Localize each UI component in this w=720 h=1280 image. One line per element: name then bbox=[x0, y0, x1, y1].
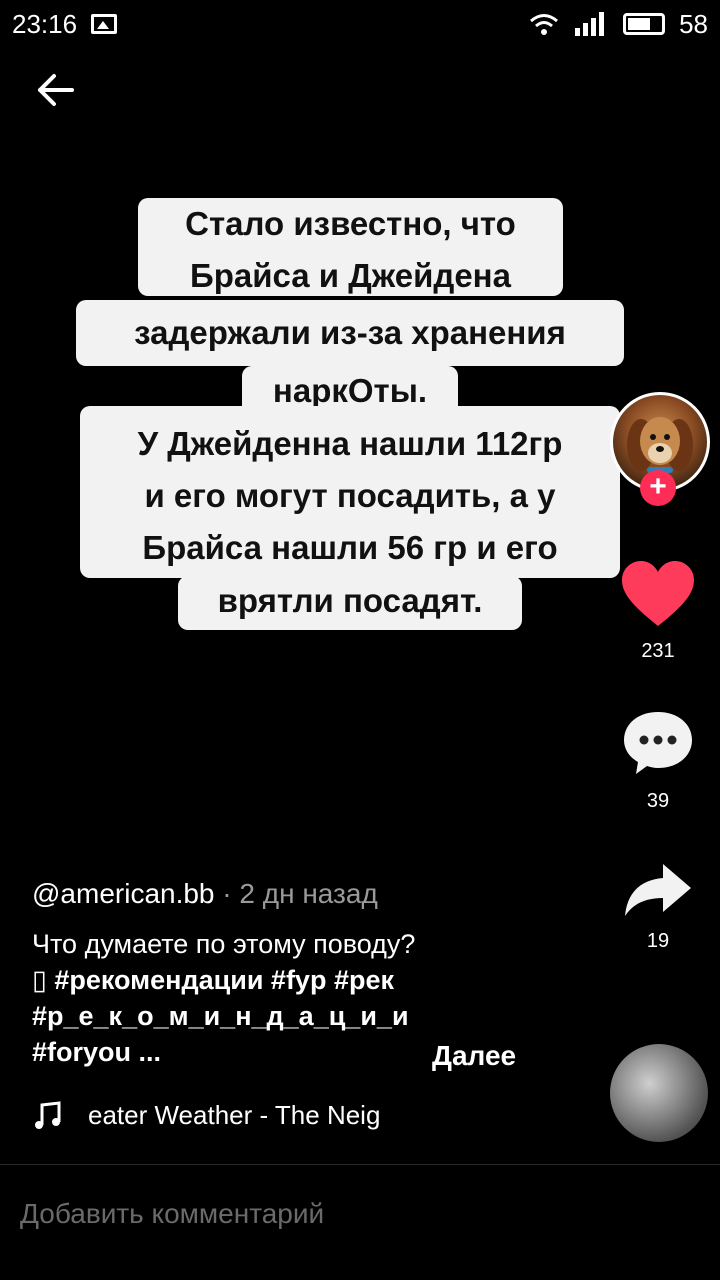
overlay-block-2: задержали из-за хранения bbox=[76, 300, 624, 366]
overlay-block-1: Стало известно, что Брайса и Джейдена bbox=[138, 198, 563, 296]
follow-plus-button[interactable]: + bbox=[640, 470, 676, 506]
overlay-line: и его могут посадить, а у bbox=[144, 477, 556, 514]
post-time: · 2 дн назад bbox=[222, 878, 378, 909]
comment-bubble-icon bbox=[624, 712, 692, 774]
overlay-block-5: врятли посадят. bbox=[178, 576, 522, 630]
comment-button[interactable]: 39 bbox=[620, 708, 696, 813]
comment-input[interactable]: Добавить комментарий bbox=[20, 1198, 324, 1230]
overlay-block-4: У Джейденна нашли 112гр и его могут поса… bbox=[80, 406, 620, 578]
music-info[interactable]: eater Weather - The Neig bbox=[32, 1100, 408, 1131]
share-count: 19 bbox=[646, 930, 670, 952]
like-count: 231 bbox=[641, 640, 675, 662]
like-button[interactable]: 231 bbox=[620, 560, 696, 663]
comment-count: 39 bbox=[646, 790, 670, 812]
hashtags-line-2[interactable]: #р_е_к_о_м_и_н_д_а_ц_и_и bbox=[32, 998, 532, 1034]
share-arrow-icon bbox=[625, 864, 691, 916]
heart-icon bbox=[622, 561, 694, 626]
username[interactable]: @american.bb bbox=[32, 878, 215, 909]
more-button[interactable]: Далее bbox=[432, 1040, 516, 1072]
overlay-line: Брайса и Джейдена bbox=[190, 257, 511, 294]
music-disc[interactable] bbox=[610, 1044, 708, 1142]
overlay-line: задержали из-за хранения bbox=[134, 314, 566, 351]
overlay-line: Брайса нашли 56 гр и его bbox=[142, 529, 558, 566]
creator-avatar-button[interactable]: + bbox=[610, 392, 710, 506]
post-author[interactable]: @american.bb · 2 дн назад bbox=[32, 878, 378, 910]
divider bbox=[0, 1164, 720, 1165]
music-note-icon bbox=[35, 1100, 61, 1129]
music-title[interactable]: eater Weather - The Neig bbox=[88, 1100, 408, 1131]
overlay-line: Стало известно, что bbox=[185, 205, 516, 242]
hashtags-line-1[interactable]: ▯ #рекомендации #fyp #рек bbox=[32, 962, 532, 998]
overlay-line: врятли посадят. bbox=[217, 582, 483, 619]
overlay-line: У Джейденна нашли 112гр bbox=[137, 425, 563, 462]
share-button[interactable]: 19 bbox=[620, 860, 696, 953]
caption-text: Что думаете по этому поводу? bbox=[32, 929, 416, 959]
